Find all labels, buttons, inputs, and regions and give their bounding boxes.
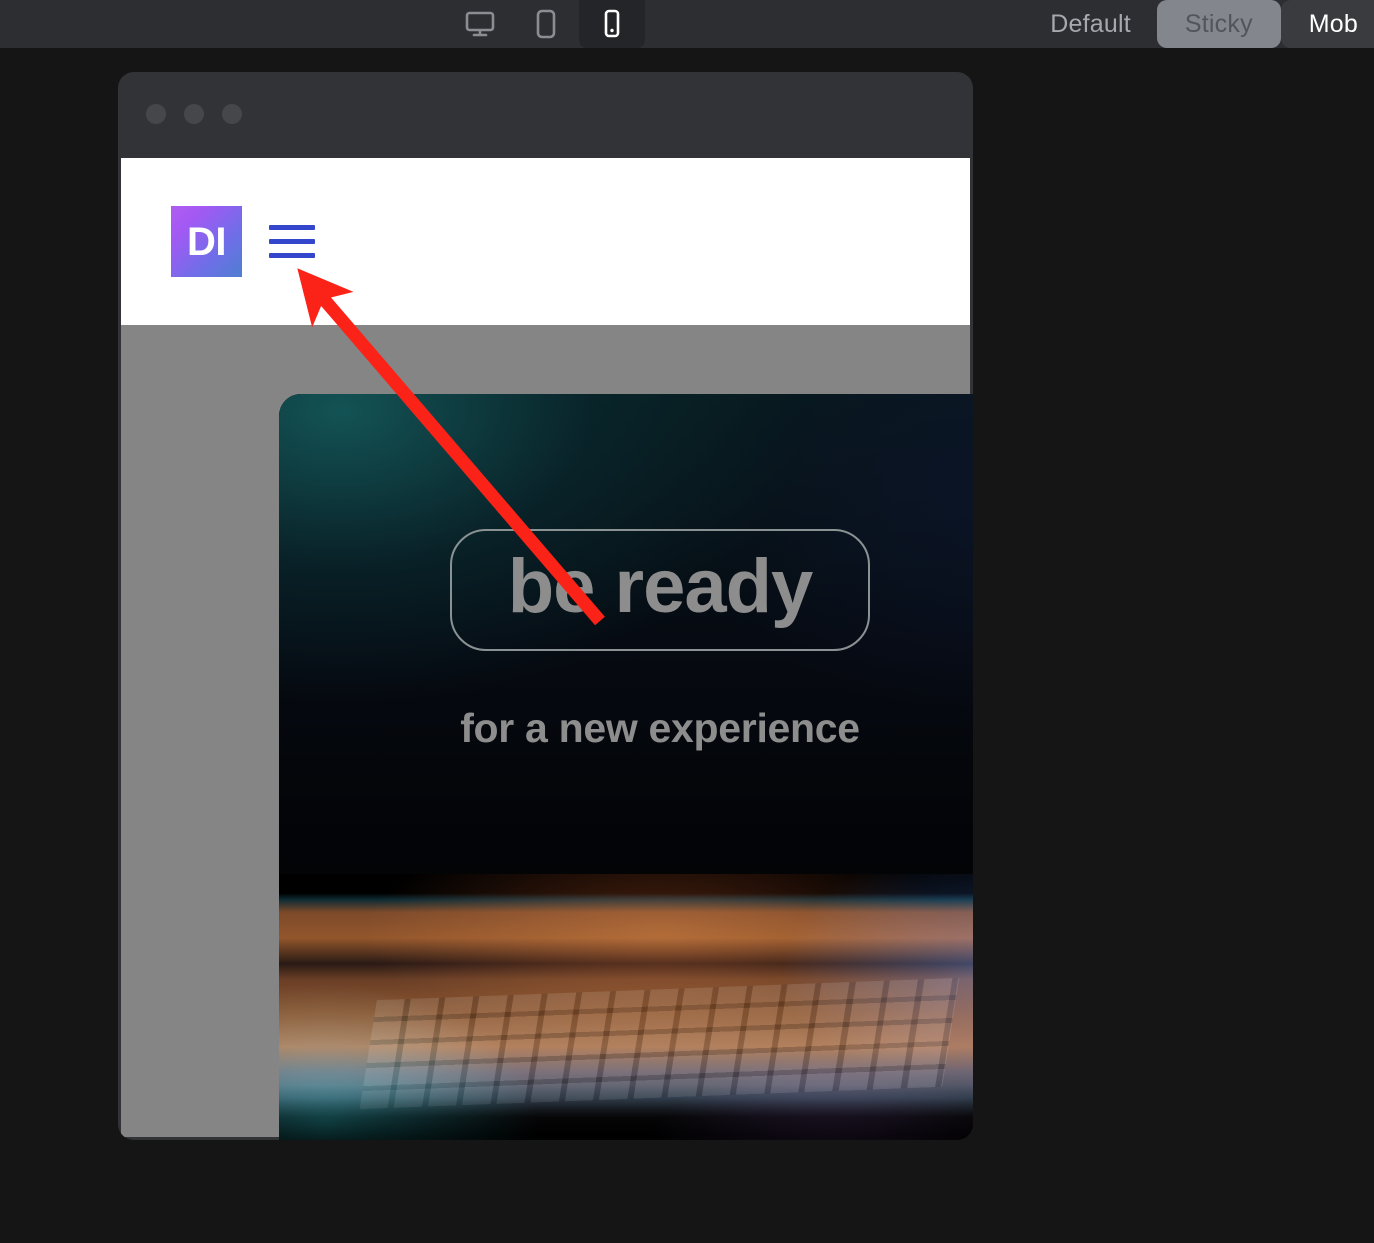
device-selector-group [447, 0, 645, 48]
hamburger-icon[interactable] [269, 225, 315, 258]
window-dot-maximize[interactable] [222, 104, 242, 124]
device-button-mobile[interactable] [579, 0, 645, 48]
tab-default[interactable]: Default [1024, 0, 1157, 48]
site-logo-text: DI [187, 222, 226, 262]
hero-section: be ready for a new experience [279, 394, 973, 1140]
tab-mobile[interactable]: Mob [1281, 0, 1374, 48]
hero-subtitle: for a new experience [279, 705, 973, 752]
monitor-icon [465, 10, 495, 38]
hamburger-bar-3 [269, 253, 315, 258]
hero-image-fade [279, 1085, 973, 1140]
tab-sticky[interactable]: Sticky [1157, 0, 1281, 48]
window-dot-minimize[interactable] [184, 104, 204, 124]
site-header: DI [121, 158, 970, 325]
hamburger-bar-1 [269, 225, 315, 230]
window-controls [146, 104, 242, 124]
hamburger-bar-2 [269, 239, 315, 244]
preview-toolbar: Default Sticky Mob [0, 0, 1374, 48]
device-button-tablet[interactable] [513, 0, 579, 48]
brand-row: DI [171, 206, 315, 277]
mobile-icon [601, 9, 623, 39]
hero-copy: be ready for a new experience [279, 529, 973, 752]
site-logo[interactable]: DI [171, 206, 242, 277]
browser-preview-frame: DI be ready for a new experience [118, 72, 973, 1140]
header-mode-tabs: Default Sticky Mob [1024, 0, 1374, 48]
hero-title: be ready [450, 529, 871, 651]
hero-image [279, 874, 973, 1140]
tablet-icon [534, 9, 558, 39]
window-dot-close[interactable] [146, 104, 166, 124]
device-button-desktop[interactable] [447, 0, 513, 48]
